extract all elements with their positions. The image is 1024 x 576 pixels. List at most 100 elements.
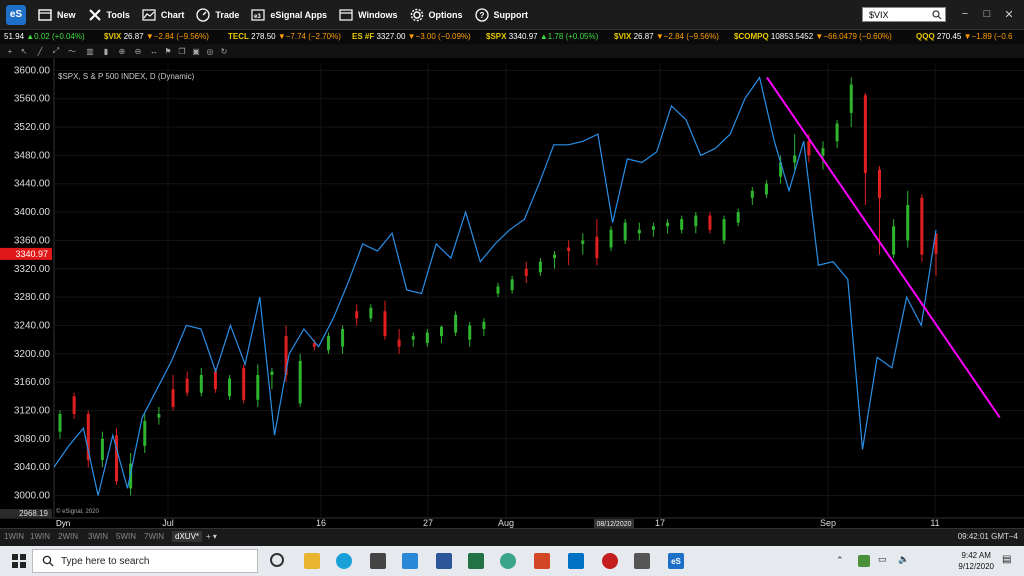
menu-chart[interactable]: Chart	[142, 8, 184, 22]
ticker-item[interactable]: 51.94 ▲0.02 (+0.04%)	[4, 32, 85, 41]
powerpoint-icon[interactable]	[534, 553, 550, 569]
chevron-up-icon[interactable]: ⌃	[836, 555, 852, 571]
ticker-item[interactable]: $VIX 26.87 ▼−2.84 (−9.56%)	[104, 32, 209, 41]
windows-icon	[339, 8, 353, 21]
page-tab-active[interactable]: dXUV*	[172, 531, 203, 542]
refresh-icon[interactable]: ↻	[218, 46, 230, 56]
x-tick-label: Aug	[498, 518, 514, 528]
y-tick-label: 3360.00	[14, 235, 51, 246]
windows-start-icon[interactable]	[12, 554, 26, 568]
y-tick-label: 3160.00	[14, 377, 51, 388]
menu-bar: eS New Tools Chart Trade e3 eSignal Apps…	[0, 0, 1024, 30]
ticker-item[interactable]: QQQ 270.45 ▼−1.89 (−0.6	[916, 32, 1012, 41]
page-tab[interactable]: 5WIN	[116, 532, 136, 541]
ticker-item[interactable]: $COMPQ 10853.5452 ▼−66.0479 (−0.60%)	[734, 32, 892, 41]
tools-icon	[88, 8, 101, 21]
price-chart[interactable]: 3000.00 3040.00 3080.00 3120.00 3160.00 3200.…	[0, 58, 1024, 528]
taskbar-clock[interactable]: 9:42 AM 9/12/2020	[958, 550, 994, 572]
outlook-icon[interactable]	[568, 553, 584, 569]
network-icon[interactable]: ▭	[878, 554, 894, 570]
esignal-window: eS New Tools Chart Trade e3 eSignal Apps…	[0, 0, 1024, 576]
candle-body	[510, 279, 514, 291]
candle-body	[722, 219, 726, 241]
menu-trade[interactable]: Trade	[196, 7, 239, 22]
line-draw-icon[interactable]: ╱	[34, 46, 46, 56]
page-tab[interactable]: 2WIN	[58, 532, 78, 541]
bar-chart-icon[interactable]: ▥	[84, 46, 96, 56]
app-window-icon[interactable]	[634, 553, 650, 569]
word-icon[interactable]	[436, 553, 452, 569]
trend-icon[interactable]: ⤢	[50, 46, 62, 56]
snapshot-icon[interactable]: ▣	[190, 46, 202, 56]
candle-body	[694, 215, 698, 227]
menu-new[interactable]: New	[38, 8, 76, 22]
y-tick-label: 3600.00	[14, 65, 51, 76]
file-explorer-icon[interactable]	[304, 553, 320, 569]
chart-watermark: © eSignal, 2020	[56, 508, 99, 515]
page-tab[interactable]: 7WIN	[144, 532, 164, 541]
cursor-date-label: 08/12/2020	[596, 521, 631, 528]
page-tab[interactable]: 1WIN	[4, 532, 24, 541]
store-icon[interactable]	[370, 553, 386, 569]
candle-body	[58, 413, 62, 432]
line-chart-icon[interactable]: 〜	[66, 46, 78, 56]
candle-body	[680, 219, 684, 230]
close-button[interactable]: ✕	[1000, 6, 1018, 22]
menu-esignal-apps[interactable]: e3 eSignal Apps	[251, 8, 327, 22]
search-icon[interactable]	[932, 10, 942, 20]
zoom-out-icon[interactable]: ⊖	[132, 46, 144, 56]
excel-icon[interactable]	[468, 553, 484, 569]
menu-tools[interactable]: Tools	[88, 8, 130, 22]
maximize-button[interactable]: □	[978, 6, 996, 22]
candle-chart-icon[interactable]: ▮	[100, 46, 112, 56]
candle-body	[454, 314, 458, 333]
ticker-item[interactable]: ES #F 3327.00 ▼−3.00 (−0.09%)	[352, 32, 471, 41]
app-red-icon[interactable]	[602, 553, 618, 569]
ticker-item[interactable]: $SPX 3340.97 ▲1.78 (+0.05%)	[486, 32, 598, 41]
candle-body	[637, 229, 641, 234]
chart-icon	[142, 8, 156, 21]
menu-options[interactable]: Options	[410, 8, 463, 22]
ticker-item[interactable]: $VIX 26.87 ▼−2.84 (−9.56%)	[614, 32, 719, 41]
cursor-icon[interactable]: ↖	[18, 46, 30, 56]
candle-body	[877, 169, 881, 198]
chart-canvas[interactable]: 3000.00 3040.00 3080.00 3120.00 3160.00 3200.…	[0, 58, 1024, 528]
copy-icon[interactable]: ❐	[176, 46, 188, 56]
edge-browser-icon[interactable]	[336, 553, 352, 569]
minimize-button[interactable]: −	[956, 6, 974, 22]
page-tab[interactable]: 1WIN	[30, 532, 50, 541]
trade-gauge-icon	[196, 7, 211, 22]
candle-body	[920, 197, 924, 255]
menu-support[interactable]: ? Support	[474, 7, 529, 22]
alert-icon[interactable]: ◎	[204, 46, 216, 56]
menu-support-label: Support	[493, 9, 529, 20]
notifications-icon[interactable]: ▤	[1002, 554, 1018, 570]
menu-esignal-apps-label: eSignal Apps	[270, 9, 328, 20]
page-tab[interactable]: 3WIN	[88, 532, 108, 541]
volume-icon[interactable]: 🔈	[898, 554, 914, 570]
windows-taskbar: Type here to search eS ⌃ ▭ 🔈 9:42 AM 9/1…	[0, 546, 1024, 576]
symbol-search-input[interactable]: $VIX	[862, 7, 946, 22]
menu-windows[interactable]: Windows	[339, 8, 398, 22]
mail-icon[interactable]	[402, 553, 418, 569]
symbol-search-value: $VIX	[869, 9, 889, 20]
gear-icon	[410, 8, 423, 21]
menu-windows-label: Windows	[358, 9, 398, 20]
taskbar-search-input[interactable]: Type here to search	[32, 549, 258, 573]
esignal-taskbar-icon[interactable]: eS	[668, 553, 684, 569]
candle-body	[256, 375, 260, 400]
zoom-in-icon[interactable]: ⊕	[116, 46, 128, 56]
crosshair-icon[interactable]: +	[4, 46, 16, 56]
scroll-icon[interactable]: ↔	[148, 46, 160, 56]
flag-icon[interactable]: ⚑	[162, 46, 174, 56]
candle-body	[341, 328, 345, 347]
app-infinity-icon[interactable]	[500, 553, 516, 569]
add-page-icon[interactable]: + ▾	[206, 532, 217, 541]
esignal-logo-icon[interactable]: eS	[6, 4, 26, 25]
cortana-icon[interactable]	[270, 553, 284, 567]
ticker-item[interactable]: TECL 278.50 ▼−7.74 (−2.70%)	[228, 32, 341, 41]
candle-body	[185, 378, 189, 393]
chart-title: $SPX, S & P 500 INDEX, D (Dynamic)	[58, 72, 195, 81]
tray-app-icon[interactable]	[858, 555, 870, 567]
bottom-value-label: 2968.19	[19, 509, 48, 518]
